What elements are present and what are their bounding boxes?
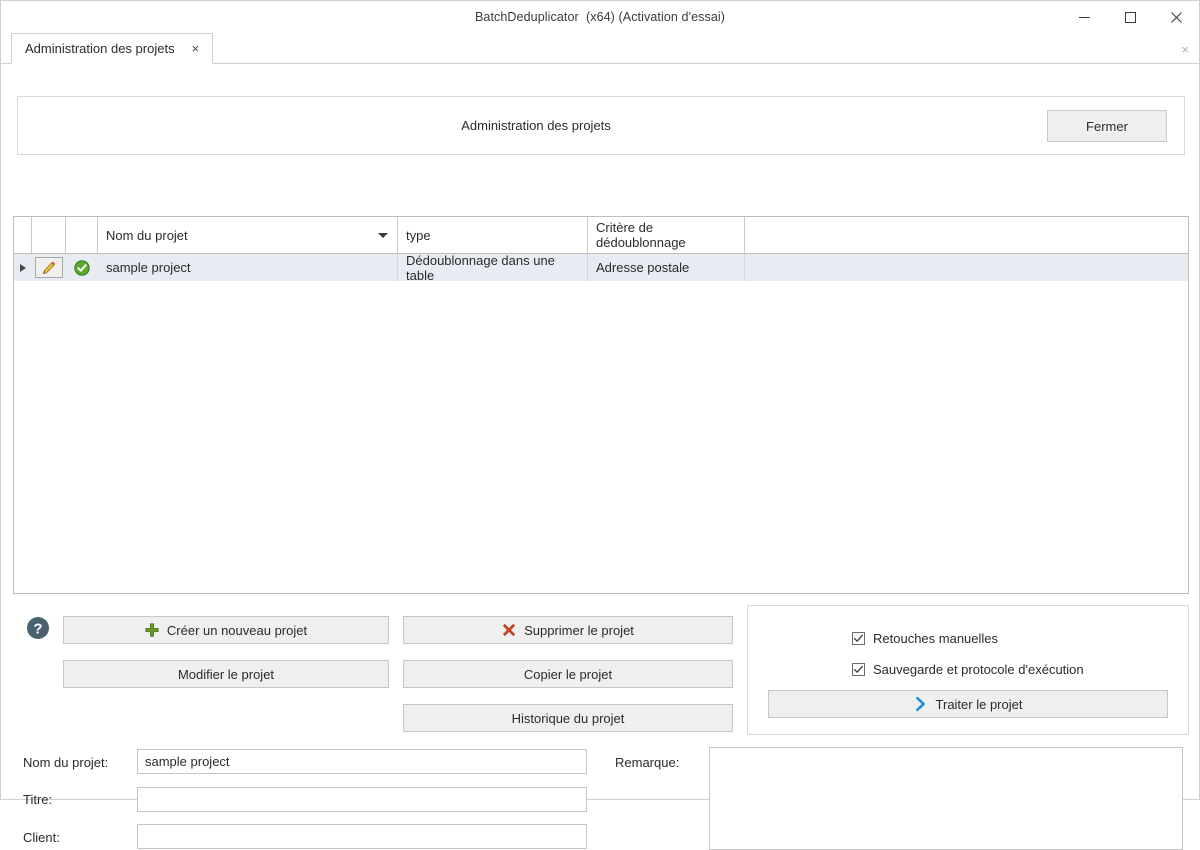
- row-cell-filler: [745, 254, 1188, 281]
- projects-grid[interactable]: Nom du projet type Critère de dédoublonn…: [13, 216, 1189, 594]
- header-panel: Administration des projets Fermer: [17, 96, 1185, 155]
- manual-touchup-label: Retouches manuelles: [873, 631, 999, 646]
- help-button[interactable]: ?: [26, 616, 50, 640]
- grid-header-critere[interactable]: Critère de dédoublonnage: [588, 217, 745, 253]
- process-project-button[interactable]: Traiter le projet: [768, 690, 1168, 718]
- manual-touchup-checkbox[interactable]: [852, 632, 865, 645]
- delete-project-button[interactable]: Supprimer le projet: [403, 616, 733, 644]
- manual-touchup-checkbox-row[interactable]: Retouches manuelles: [852, 631, 998, 646]
- content-area: Administration des projets Fermer Nom du…: [1, 64, 1199, 850]
- grid-header-state: [66, 217, 98, 253]
- row-state-cell: [66, 254, 98, 281]
- client-label: Client:: [23, 830, 60, 845]
- create-new-project-label: Créer un nouveau projet: [166, 622, 308, 638]
- grid-header-nom-du-projet[interactable]: Nom du projet: [98, 217, 398, 253]
- tab-administration-des-projets[interactable]: Administration des projets ×: [11, 33, 214, 64]
- window-title: BatchDeduplicator (x64) (Activation d'es…: [474, 10, 726, 24]
- grid-header-critere-label: Critère de dédoublonnage: [596, 220, 686, 250]
- sort-descending-icon: [378, 232, 388, 238]
- tab-label: Administration des projets: [25, 41, 175, 56]
- chevron-right-icon: [915, 696, 925, 712]
- checkmark-icon: [853, 634, 863, 642]
- remark-textarea[interactable]: [709, 747, 1183, 850]
- maximize-icon: [1124, 11, 1136, 23]
- backup-protocol-checkbox[interactable]: [852, 663, 865, 676]
- row-selector-cell[interactable]: [14, 254, 32, 281]
- grid-header-edit: [32, 217, 66, 253]
- delete-project-label: Supprimer le projet: [524, 622, 634, 638]
- minimize-icon: [1078, 16, 1090, 18]
- svg-text:?: ?: [33, 621, 42, 638]
- check-circle-icon: [74, 259, 90, 276]
- tab-strip: Administration des projets × ×: [1, 33, 1199, 64]
- current-row-marker-icon: [20, 263, 26, 272]
- processing-options-group: Retouches manuelles Sauvegarde et protoc…: [747, 605, 1189, 735]
- backup-protocol-label: Sauvegarde et protocole d'exécution: [873, 662, 1084, 677]
- process-project-label: Traiter le projet: [935, 696, 1023, 712]
- edit-row-button[interactable]: [35, 257, 63, 278]
- row-cell-type: Dédoublonnage dans une table: [398, 253, 588, 283]
- title-bar: BatchDeduplicator (x64) (Activation d'es…: [1, 1, 1199, 33]
- create-new-project-button[interactable]: Créer un nouveau projet: [63, 616, 389, 644]
- maximize-button[interactable]: [1107, 1, 1153, 33]
- grid-header-row: Nom du projet type Critère de dédoublonn…: [14, 217, 1188, 254]
- remark-label: Remarque:: [615, 755, 680, 770]
- minimize-button[interactable]: [1061, 1, 1107, 33]
- help-icon: ?: [27, 617, 49, 639]
- table-row[interactable]: sample project Dédoublonnage dans une ta…: [14, 253, 1188, 283]
- grid-header-type-label: type: [406, 227, 431, 243]
- client-input[interactable]: [137, 824, 587, 849]
- application-window: BatchDeduplicator (x64) (Activation d'es…: [0, 0, 1200, 850]
- plus-icon: [145, 623, 159, 637]
- delete-x-icon: [503, 624, 515, 636]
- project-name-input[interactable]: [137, 749, 587, 774]
- row-edit-cell[interactable]: [32, 254, 66, 281]
- grid-header-type[interactable]: type: [398, 217, 588, 253]
- window-controls: [1061, 1, 1199, 33]
- copy-project-button[interactable]: Copier le projet: [403, 660, 733, 688]
- pencil-icon: [42, 261, 55, 275]
- grid-header-filler: [745, 217, 1188, 253]
- grid-header-selector: [14, 217, 32, 253]
- tabstrip-close-icon[interactable]: ×: [1181, 43, 1189, 56]
- close-window-button[interactable]: [1153, 1, 1199, 33]
- checkmark-icon: [853, 665, 863, 673]
- row-cell-nom-du-projet: sample project: [98, 254, 398, 281]
- row-cell-critere: Adresse postale: [588, 254, 745, 281]
- close-panel-button[interactable]: Fermer: [1047, 110, 1167, 142]
- project-history-button[interactable]: Historique du projet: [403, 704, 733, 732]
- grid-header-nom-du-projet-label: Nom du projet: [106, 227, 188, 243]
- project-name-label: Nom du projet:: [23, 755, 109, 770]
- close-icon: [1170, 11, 1182, 23]
- tab-close-icon[interactable]: ×: [189, 40, 203, 57]
- page-title: Administration des projets: [461, 118, 611, 133]
- backup-protocol-checkbox-row[interactable]: Sauvegarde et protocole d'exécution: [852, 662, 1084, 677]
- modify-project-button[interactable]: Modifier le projet: [63, 660, 389, 688]
